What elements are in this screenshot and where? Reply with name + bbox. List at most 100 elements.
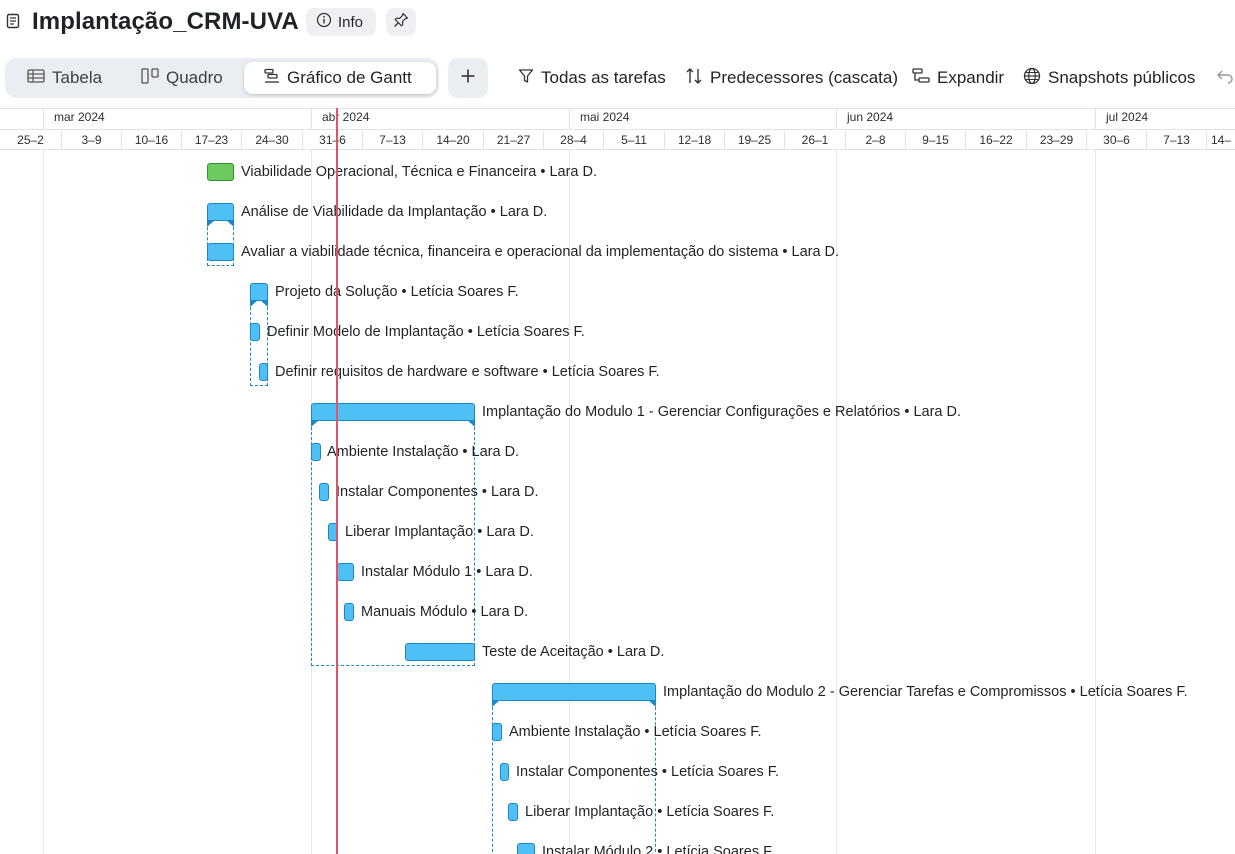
- page-title: Implantação_CRM-UVA: [32, 8, 299, 35]
- info-label: Info: [338, 13, 364, 31]
- task-bar[interactable]: [207, 163, 234, 181]
- board-icon: [141, 67, 159, 89]
- week-label: 28–4: [543, 131, 603, 149]
- filter-label: Todas as tarefas: [541, 68, 666, 87]
- gantt-body: Viabilidade Operacional, Técnica e Finan…: [0, 150, 1235, 854]
- task-label[interactable]: Instalar Componentes • Letícia Soares F.: [516, 763, 779, 781]
- task-label[interactable]: Instalar Componentes • Lara D.: [336, 483, 539, 501]
- info-icon: [316, 12, 332, 32]
- task-bar[interactable]: [405, 643, 475, 661]
- scale-top-border: [0, 108, 1235, 109]
- week-label: 23–29: [1026, 131, 1086, 149]
- task-label[interactable]: Teste de Aceitação • Lara D.: [482, 643, 664, 661]
- undo-icon: [1216, 68, 1234, 89]
- task-label[interactable]: Instalar Módulo 2 • Letícia Soares F.: [542, 843, 774, 854]
- week-label: 14–: [1206, 131, 1235, 149]
- week-label: 10–16: [121, 131, 181, 149]
- week-label: 7–13: [362, 131, 422, 149]
- week-label: 9–15: [905, 131, 965, 149]
- week-label: 12–18: [664, 131, 724, 149]
- table-icon: [27, 68, 45, 88]
- gantt-icon: [264, 68, 280, 89]
- month-label: abr 2024: [322, 110, 370, 124]
- title-row: Implantação_CRM-UVA Info: [0, 0, 1235, 48]
- task-bar[interactable]: [500, 763, 509, 781]
- month-gridline: [1095, 150, 1096, 854]
- view-tabs: Tabela Quadro Gráfico de Gantt: [5, 58, 439, 98]
- task-label[interactable]: Implantação do Modulo 2 - Gerenciar Tare…: [663, 683, 1188, 701]
- task-bar[interactable]: [319, 483, 329, 501]
- task-label[interactable]: Manuais Módulo • Lara D.: [361, 603, 528, 621]
- filter-icon: [518, 68, 534, 89]
- group-bar[interactable]: [207, 203, 234, 221]
- group-bar[interactable]: [250, 283, 268, 301]
- month-separator: [1095, 108, 1096, 129]
- week-label: 21–27: [483, 131, 543, 149]
- task-label[interactable]: Definir requisitos de hardware e softwar…: [275, 363, 660, 381]
- globe-icon: [1023, 67, 1041, 90]
- task-label[interactable]: Instalar Módulo 1 • Lara D.: [361, 563, 533, 581]
- group-bar[interactable]: [492, 683, 656, 701]
- task-bar[interactable]: [508, 803, 518, 821]
- info-button[interactable]: Info: [306, 8, 376, 36]
- tab-gantt[interactable]: Gráfico de Gantt: [244, 62, 436, 94]
- week-label: 16–22: [965, 131, 1026, 149]
- tab-tabela-label: Tabela: [52, 68, 103, 87]
- task-label[interactable]: Ambiente Instalação • Lara D.: [327, 443, 519, 461]
- week-label: 17–23: [181, 131, 241, 149]
- month-gridline: [43, 150, 44, 854]
- task-label[interactable]: Liberar Implantação • Letícia Soares F.: [525, 803, 774, 821]
- toolbar: Tabela Quadro Gráfico de Gantt Todas as …: [0, 56, 1235, 100]
- week-label: 14–20: [422, 131, 483, 149]
- scale-mid-border: [0, 129, 1235, 130]
- snapshots-label: Snapshots públicos: [1048, 68, 1196, 87]
- task-bar[interactable]: [337, 563, 354, 581]
- tab-quadro[interactable]: Quadro: [141, 62, 223, 94]
- task-bar[interactable]: [259, 363, 268, 381]
- filter-button[interactable]: Todas as tarefas: [518, 66, 666, 90]
- predecessors-button[interactable]: Predecessores (cascata): [685, 66, 898, 90]
- task-label[interactable]: Análise de Viabilidade da Implantação • …: [241, 203, 547, 221]
- month-separator: [43, 108, 44, 129]
- week-label: 2–8: [845, 131, 905, 149]
- task-label[interactable]: Avaliar a viabilidade técnica, financeir…: [241, 243, 839, 261]
- week-label: 24–30: [241, 131, 302, 149]
- week-label: 25–2: [17, 133, 44, 147]
- week-label: 30–6: [1086, 131, 1146, 149]
- pin-icon: [393, 12, 409, 33]
- task-bar[interactable]: [517, 843, 535, 854]
- month-label: jul 2024: [1106, 110, 1149, 124]
- snapshots-button[interactable]: Snapshots públicos: [1023, 66, 1195, 90]
- week-label: 19–25: [724, 131, 784, 149]
- task-bar[interactable]: [344, 603, 354, 621]
- task-label[interactable]: Definir Modelo de Implantação • Letícia …: [267, 323, 585, 341]
- task-label[interactable]: Implantação do Modulo 1 - Gerenciar Conf…: [482, 403, 961, 421]
- task-bar[interactable]: [311, 443, 321, 461]
- tab-tabela[interactable]: Tabela: [27, 62, 102, 94]
- add-view-button[interactable]: [448, 58, 488, 98]
- tab-gantt-label: Gráfico de Gantt: [287, 68, 412, 87]
- expand-label: Expandir: [937, 68, 1005, 87]
- task-bar[interactable]: [250, 323, 260, 341]
- month-separator: [569, 108, 570, 129]
- task-label[interactable]: Viabilidade Operacional, Técnica e Finan…: [241, 163, 597, 181]
- pin-button[interactable]: [386, 8, 416, 36]
- undo-button[interactable]: [1216, 66, 1234, 90]
- month-label: jun 2024: [847, 110, 894, 124]
- week-label: 7–13: [1146, 131, 1206, 149]
- gantt-timeline: mar 2024 abr 2024 mai 2024 jun 2024 jul …: [0, 108, 1235, 854]
- expand-button[interactable]: Expandir: [912, 66, 1004, 90]
- task-label[interactable]: Projeto da Solução • Letícia Soares F.: [275, 283, 519, 301]
- month-label: mar 2024: [54, 110, 105, 124]
- task-label[interactable]: Ambiente Instalação • Letícia Soares F.: [509, 723, 762, 741]
- month-separator: [836, 108, 837, 129]
- time-scale: mar 2024 abr 2024 mai 2024 jun 2024 jul …: [0, 108, 1235, 150]
- today-marker: [336, 108, 338, 854]
- task-bar[interactable]: [492, 723, 502, 741]
- task-bar[interactable]: [207, 243, 234, 261]
- week-label: 5–11: [603, 131, 664, 149]
- week-label: 31–6: [302, 131, 362, 149]
- task-label[interactable]: Liberar Implantação • Lara D.: [345, 523, 534, 541]
- tab-quadro-label: Quadro: [166, 68, 223, 87]
- month-separator: [311, 108, 312, 129]
